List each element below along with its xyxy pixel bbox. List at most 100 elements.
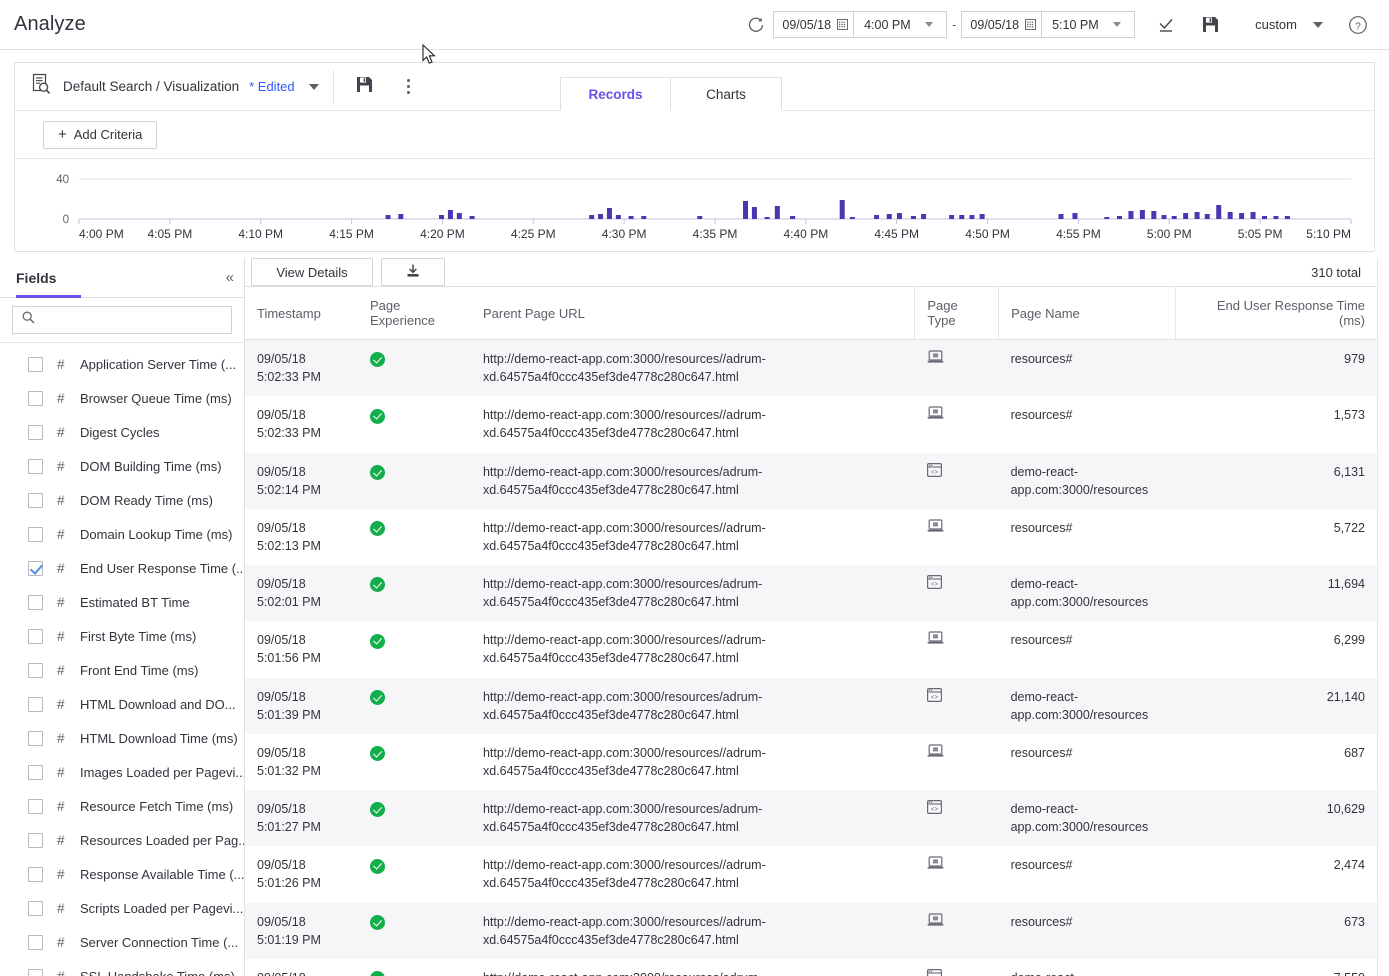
hash-icon: # (57, 458, 65, 474)
col-end-user-response-time[interactable]: End User Response Time (ms) (1174, 287, 1377, 340)
download-button[interactable] (381, 258, 445, 286)
start-time-field[interactable]: 4:00 PM (854, 12, 946, 37)
table-row[interactable]: 09/05/18 5:02:13 PM http://demo-react-app… (245, 509, 1377, 565)
field-row[interactable]: # HTML Download and DO... (0, 687, 244, 721)
field-checkbox[interactable] (28, 730, 43, 746)
field-row[interactable]: # Resources Loaded per Pag... (0, 823, 244, 857)
calendar-icon[interactable] (1025, 19, 1037, 30)
status-ok-icon (369, 689, 385, 705)
table-row[interactable]: 09/05/18 5:01:27 PM http://demo-react-app… (245, 790, 1377, 847)
table-scrollbar[interactable] (1377, 258, 1389, 976)
cell-page-experience (358, 734, 471, 790)
table-row[interactable]: 09/05/18 5:02:33 PM http://demo-react-app… (245, 339, 1377, 397)
field-checkbox[interactable] (28, 662, 43, 678)
table-row[interactable]: 09/05/18 5:01:26 PM http://demo-react-app… (245, 846, 1377, 902)
field-checkbox[interactable] (28, 628, 43, 644)
chevron-down-icon[interactable] (1313, 21, 1323, 28)
field-row[interactable]: # Resource Fetch Time (ms) (0, 789, 244, 823)
add-criteria-button[interactable]: + Add Criteria (43, 120, 158, 149)
kebab-menu-icon[interactable] (406, 79, 410, 94)
field-checkbox[interactable] (28, 696, 43, 712)
timeline-chart[interactable]: 40 0 4:00 PM 4:05 PM 4:10 PM 4:15 PM 4:20 PM 4:… (15, 159, 1374, 251)
table-row[interactable]: 09/05/18 5:01:32 PM http://demo-react-app… (245, 734, 1377, 790)
cell-response-time: 979 (1175, 339, 1377, 397)
laptop-icon (927, 406, 944, 419)
field-checkbox[interactable] (28, 594, 43, 610)
cell-page-type (914, 902, 999, 959)
save-range-icon[interactable] (1193, 8, 1227, 42)
start-date-field[interactable]: 09/05/18 (774, 12, 855, 37)
col-page-experience[interactable]: Page Experience (357, 287, 471, 340)
field-checkbox[interactable] (28, 866, 43, 882)
start-datetime[interactable]: 09/05/18 4:00 PM (773, 11, 948, 38)
table-row[interactable]: 09/05/18 5:02:01 PM http://demo-react-app… (245, 565, 1377, 622)
table-row[interactable]: 09/05/18 5:02:33 PM http://demo-react-app… (245, 396, 1377, 452)
field-checkbox[interactable] (28, 900, 43, 916)
preset-range-select[interactable]: custom (1245, 17, 1329, 32)
field-checkbox[interactable] (28, 458, 43, 474)
svg-text:4:25 PM: 4:25 PM (511, 227, 556, 241)
end-time-field[interactable]: 5:10 PM (1042, 12, 1134, 37)
refresh-icon[interactable] (739, 8, 773, 42)
field-checkbox[interactable] (28, 798, 43, 814)
col-parent-page-url[interactable]: Parent Page URL (470, 287, 915, 340)
tab-records[interactable]: Records (560, 77, 671, 111)
apply-range-icon[interactable] (1149, 8, 1183, 42)
view-details-button[interactable]: View Details (251, 258, 373, 286)
field-row[interactable]: # DOM Ready Time (ms) (0, 483, 244, 517)
field-row[interactable]: # Browser Queue Time (ms) (0, 381, 244, 415)
save-search-icon[interactable] (356, 76, 373, 98)
chevron-down-icon[interactable] (924, 22, 933, 27)
laptop-icon (927, 631, 944, 644)
fields-search-box[interactable] (12, 306, 232, 334)
field-row[interactable]: # Domain Lookup Time (ms) (0, 517, 244, 551)
field-checkbox[interactable] (28, 526, 43, 542)
field-checkbox[interactable] (28, 934, 43, 950)
field-label: First Byte Time (ms) (80, 628, 197, 644)
end-datetime[interactable]: 09/05/18 5:10 PM (961, 11, 1136, 38)
field-row[interactable]: # Application Server Time (... (0, 347, 244, 381)
field-row[interactable]: # First Byte Time (ms) (0, 619, 244, 653)
field-checkbox[interactable] (28, 832, 43, 848)
field-row[interactable]: # Estimated BT Time (0, 585, 244, 619)
field-row[interactable]: # Scripts Loaded per Pagevi... (0, 891, 244, 925)
table-row[interactable]: 09/05/18 5:01:56 PM http://demo-react-app… (245, 621, 1377, 677)
field-checkbox[interactable] (28, 764, 43, 780)
field-row[interactable]: # Digest Cycles (0, 415, 244, 449)
field-checkbox[interactable] (28, 492, 43, 508)
field-row[interactable]: # Response Available Time (... (0, 857, 244, 891)
table-row[interactable]: 09/05/18 5:01:19 PM http://demo-react-app… (245, 902, 1377, 959)
time-range-picker[interactable]: 09/05/18 4:00 PM - 09/05/18 5:10 PM (773, 11, 1136, 38)
cell-timestamp: 09/05/18 5:01:19 PM (245, 902, 358, 959)
field-checkbox[interactable] (28, 424, 43, 440)
field-row[interactable]: # Images Loaded per Pagevi... (0, 755, 244, 789)
field-checkbox[interactable] (28, 968, 43, 976)
download-icon (405, 263, 421, 282)
col-page-type[interactable]: Page Type (914, 287, 999, 340)
field-checkbox[interactable] (28, 356, 43, 372)
cell-parent-page-url: http://demo-react-app.com:3000/resources… (482, 633, 766, 666)
table-row[interactable]: 09/05/18 5:02:14 PM http://demo-react-app… (245, 452, 1377, 509)
table-row[interactable]: 09/05/18 5:01:19 PM http://demo-react-app… (245, 959, 1377, 976)
chevron-down-icon[interactable] (1112, 22, 1121, 27)
field-row[interactable]: # HTML Download Time (ms) (0, 721, 244, 755)
field-checkbox[interactable] (28, 390, 43, 406)
field-row[interactable]: # End User Response Time (... (0, 551, 244, 585)
field-row[interactable]: # Front End Time (ms) (0, 653, 244, 687)
field-row[interactable]: # SSL Handshake Time (ms) (0, 959, 244, 976)
calendar-icon[interactable] (837, 19, 849, 30)
help-icon[interactable]: ? (1341, 8, 1375, 42)
col-timestamp[interactable]: Timestamp (245, 287, 358, 340)
table-row[interactable]: 09/05/18 5:01:39 PM http://demo-react-app… (245, 677, 1377, 734)
chevron-double-left-icon[interactable]: « (226, 269, 234, 286)
col-page-name[interactable]: Page Name (998, 287, 1176, 340)
end-date-field[interactable]: 09/05/18 (962, 12, 1043, 37)
tab-charts[interactable]: Charts (671, 77, 782, 111)
field-checkbox[interactable] (28, 560, 43, 576)
field-row[interactable]: # DOM Building Time (ms) (0, 449, 244, 483)
fields-search-input[interactable] (43, 312, 231, 328)
laptop-icon (927, 519, 944, 532)
field-row[interactable]: # Server Connection Time (... (0, 925, 244, 959)
svg-text:4:00 PM: 4:00 PM (79, 227, 124, 241)
chevron-down-icon[interactable] (308, 83, 319, 90)
